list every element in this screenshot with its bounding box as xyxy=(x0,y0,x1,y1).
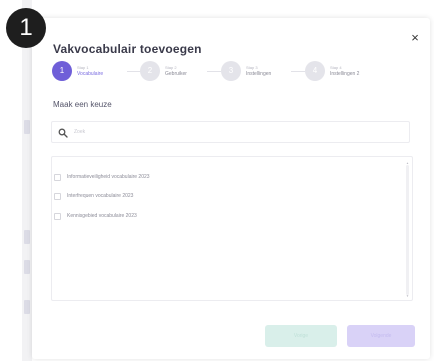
step-3-circle: 3 xyxy=(221,61,241,81)
stepper: 1 Stap 1 Vocabulaire 2 Stap 2 Gebruiker … xyxy=(52,61,412,83)
search-input[interactable]: Zoek xyxy=(51,121,410,143)
checkbox[interactable] xyxy=(54,193,61,200)
close-button[interactable]: × xyxy=(408,31,422,45)
vocabulary-list: Informatieveiligheid vocabulaire 2023 In… xyxy=(51,156,413,301)
list-item[interactable]: Interfrequen vocabulaire 2023 xyxy=(52,189,392,205)
step-1-circle: 1 xyxy=(52,61,72,81)
background-mark xyxy=(24,260,30,274)
add-vocabulary-dialog: Vakvocabulair toevoegen × 1 Stap 1 Vocab… xyxy=(32,18,430,359)
scrollbar[interactable] xyxy=(406,165,409,295)
background-page-strip xyxy=(22,0,32,361)
step-4-number: Stap 4 xyxy=(330,65,342,70)
step-4-name: Instellingen 2 xyxy=(330,71,360,77)
list-item-label: Interfrequen vocabulaire 2023 xyxy=(67,193,134,199)
back-button[interactable]: Vorige xyxy=(265,325,337,347)
annotation-badge: 1 xyxy=(6,8,46,48)
list-item[interactable]: Kennisgebied vocabulaire 2023 xyxy=(52,209,392,225)
background-mark xyxy=(24,120,30,134)
list-item-label: Kennisgebied vocabulaire 2023 xyxy=(67,213,137,219)
step-connector xyxy=(291,71,305,72)
step-2-circle: 2 xyxy=(140,61,160,81)
search-placeholder: Zoek xyxy=(74,129,86,135)
checkbox[interactable] xyxy=(54,174,61,181)
scroll-down-arrow-icon[interactable]: ▼ xyxy=(406,294,409,298)
list-item[interactable]: Informatieveiligheid vocabulaire 2023 xyxy=(52,170,392,186)
step-connector xyxy=(207,71,221,72)
step-1-name: Vocabulaire xyxy=(77,71,104,77)
search-icon xyxy=(58,128,68,138)
step-2-name: Gebruiker xyxy=(165,71,187,77)
dialog-title: Vakvocabulair toevoegen xyxy=(53,42,202,56)
step-3-number: Stap 3 xyxy=(246,65,258,70)
next-button[interactable]: Volgende xyxy=(347,325,415,347)
step-4-circle: 4 xyxy=(305,61,325,81)
step-1-number: Stap 1 xyxy=(77,65,89,70)
list-item-label: Informatieveiligheid vocabulaire 2023 xyxy=(67,174,150,180)
background-mark xyxy=(24,300,30,314)
step-3-name: Instellingen xyxy=(246,71,272,77)
step-connector xyxy=(127,71,141,72)
step-2-number: Stap 2 xyxy=(165,65,177,70)
checkbox[interactable] xyxy=(54,213,61,220)
choice-label: Maak een keuze xyxy=(53,100,112,109)
background-mark xyxy=(24,230,30,244)
